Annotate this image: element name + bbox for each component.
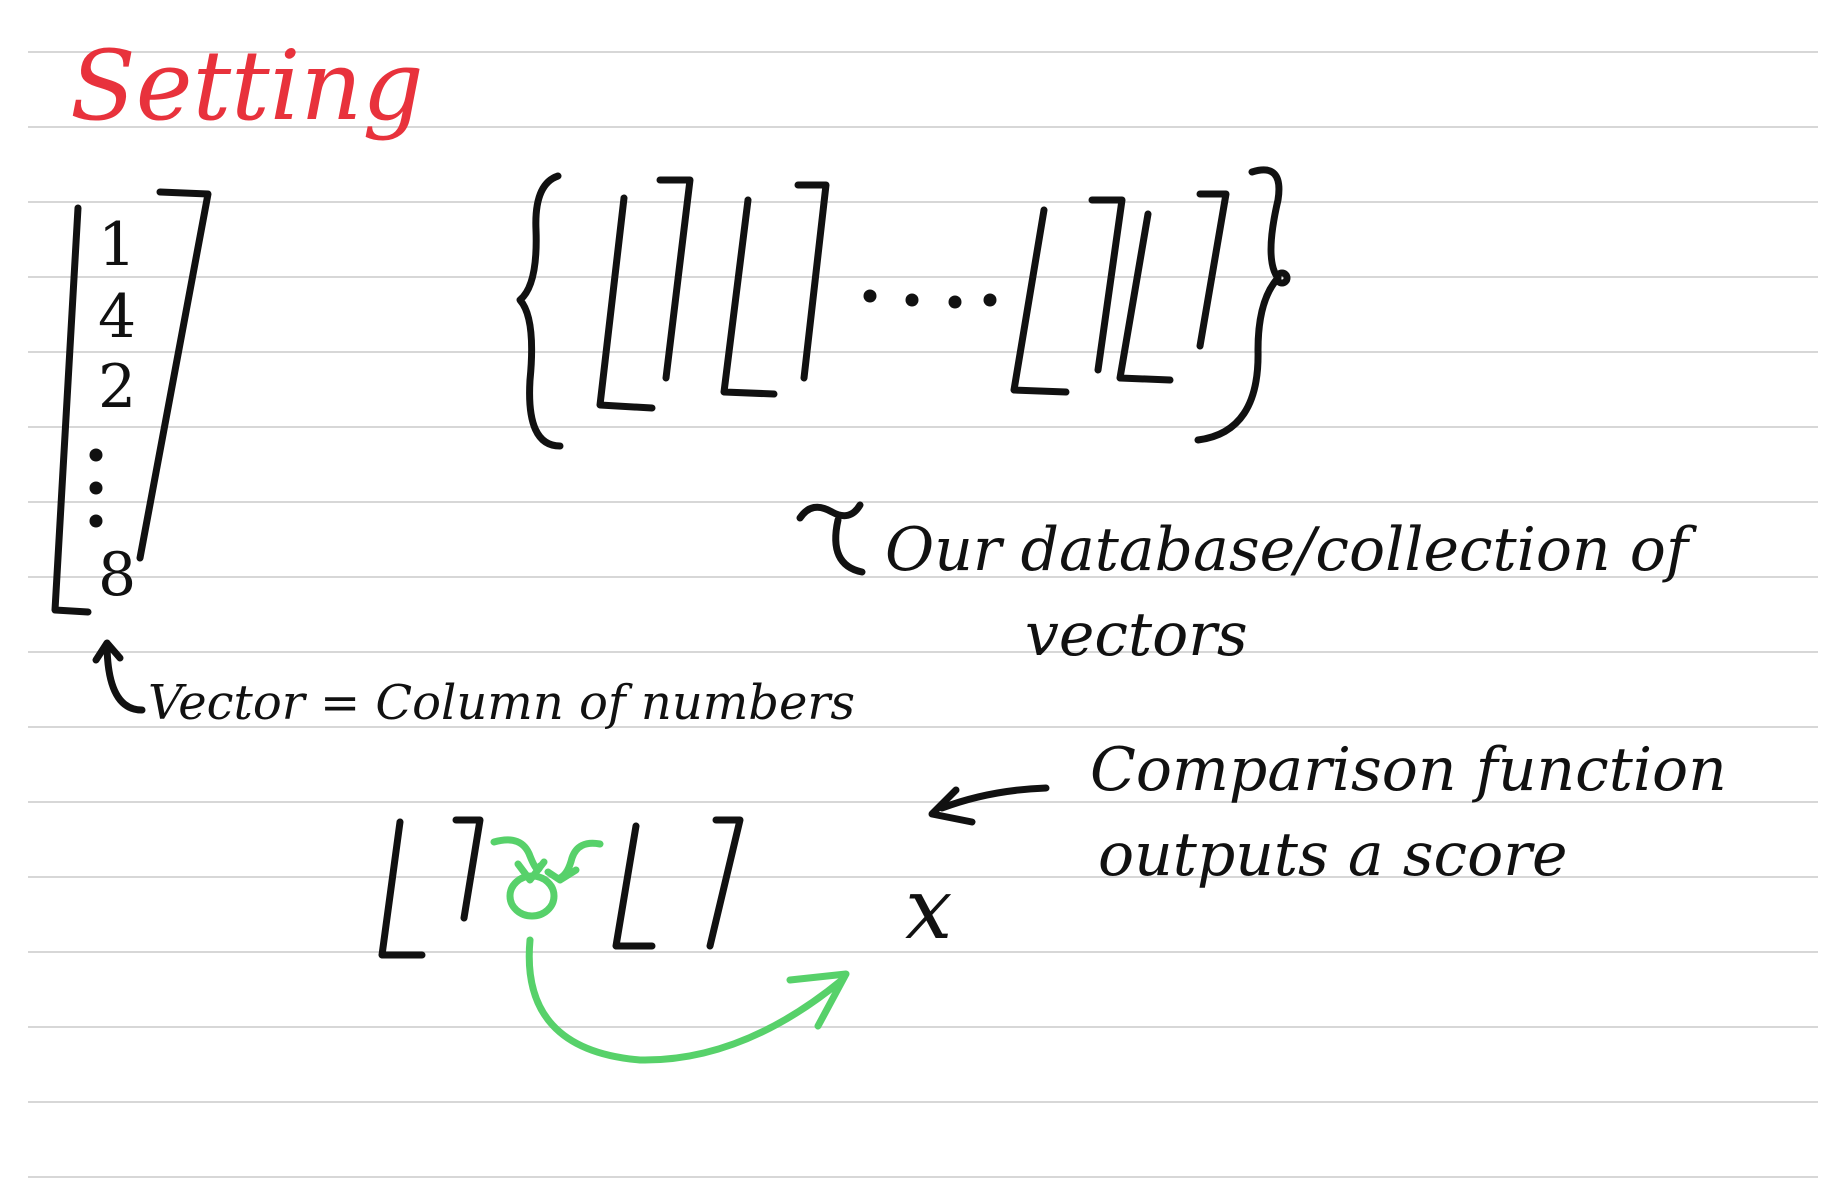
compare-right-bracket [706,816,744,950]
vector-annotation: Vector = Column of numbers [148,675,855,731]
compare-left-bracket [452,816,484,922]
page-title: Setting [70,30,424,142]
db-vector-bracket [1196,190,1230,350]
output-arrow-icon [525,936,846,1064]
compare-right-bracket [612,822,656,950]
db-ellipsis-dot [905,293,919,307]
db-vector-bracket [1116,210,1174,384]
database-annotation: vectors [1025,600,1248,670]
db-vector-bracket [720,196,778,398]
vector-entry: 1 [98,210,137,280]
vector-entry: 4 [98,282,137,352]
comparison-annotation: Comparison function [1090,735,1727,805]
vector-entry: 2 [98,352,137,422]
vector-ellipsis-dot [89,448,103,462]
score-variable: x [905,860,953,958]
input-arrow-icon [544,866,580,884]
notebook-page: Setting 1 4 2 8 Vector = Column of numbe… [0,0,1838,1204]
vector-left-bracket [51,204,92,616]
vector-ellipsis-dot [89,514,103,528]
db-ellipsis-dot [983,293,997,307]
db-vector-bracket [596,194,656,412]
db-hook-arrow [796,501,864,522]
vector-right-bracket [136,188,212,562]
set-terminator-dot [1273,269,1291,287]
db-ellipsis-dot [863,289,877,303]
db-ellipsis-dot [948,295,962,309]
compare-left-bracket [378,818,426,959]
vector-hook-arrow [103,642,146,714]
db-vector-bracket [1010,206,1070,396]
set-left-brace [516,172,564,450]
comparison-annotation: outputs a score [1098,820,1568,890]
db-vector-bracket [794,181,830,382]
handwriting-strokes [51,166,1291,1064]
db-hook-arrow [832,516,866,576]
vector-entry: 8 [98,540,137,610]
vector-ellipsis-dot [89,481,103,495]
db-vector-bracket [656,176,694,382]
db-vector-bracket [1088,196,1126,374]
database-annotation: Our database/collection of [885,515,1689,585]
